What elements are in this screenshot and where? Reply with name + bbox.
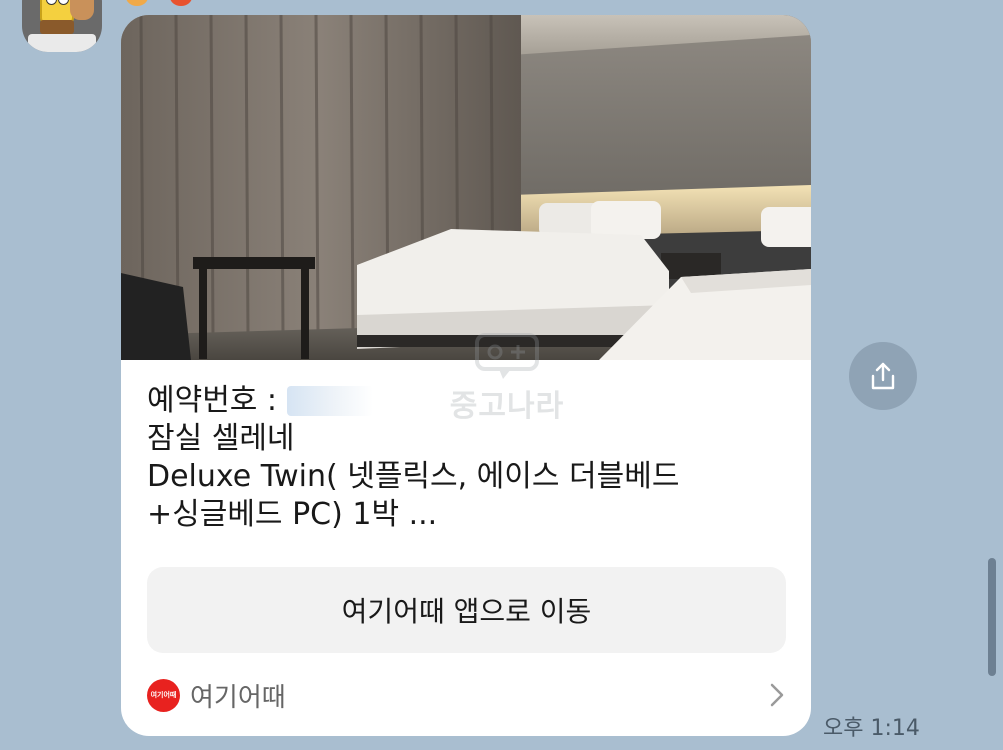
reaction-emoji [170, 0, 192, 6]
message-card[interactable]: 예약번호 : 잠실 셀레네 Deluxe Twin( 넷플릭스, 에이스 더블베… [121, 15, 811, 736]
share-icon [871, 362, 895, 390]
share-button[interactable] [849, 342, 917, 410]
sender-avatar[interactable] [22, 0, 102, 52]
room-description: Deluxe Twin( 넷플릭스, 에이스 더블베드+싱글베드 PC) 1박 … [147, 459, 680, 532]
hotel-room-photo [121, 15, 811, 360]
reservation-info: 예약번호 : 잠실 셀레네 Deluxe Twin( 넷플릭스, 에이스 더블베… [147, 382, 787, 534]
app-name: 여기어때 [190, 682, 286, 713]
hotel-name: 잠실 셀레네 [147, 421, 295, 456]
reaction-emoji [126, 0, 148, 6]
message-timestamp: 오후 1:14 [823, 716, 920, 741]
open-app-button[interactable]: 여기어때 앱으로 이동 [147, 567, 786, 653]
reservation-number-label: 예약번호 : [147, 383, 278, 418]
reservation-number-redacted [287, 386, 374, 416]
app-logo-icon: 여기어때 [147, 678, 180, 712]
app-link-footer[interactable]: 여기어때 여기어때 [147, 675, 787, 715]
scrollbar[interactable] [988, 558, 996, 676]
chevron-right-icon[interactable] [767, 681, 787, 709]
